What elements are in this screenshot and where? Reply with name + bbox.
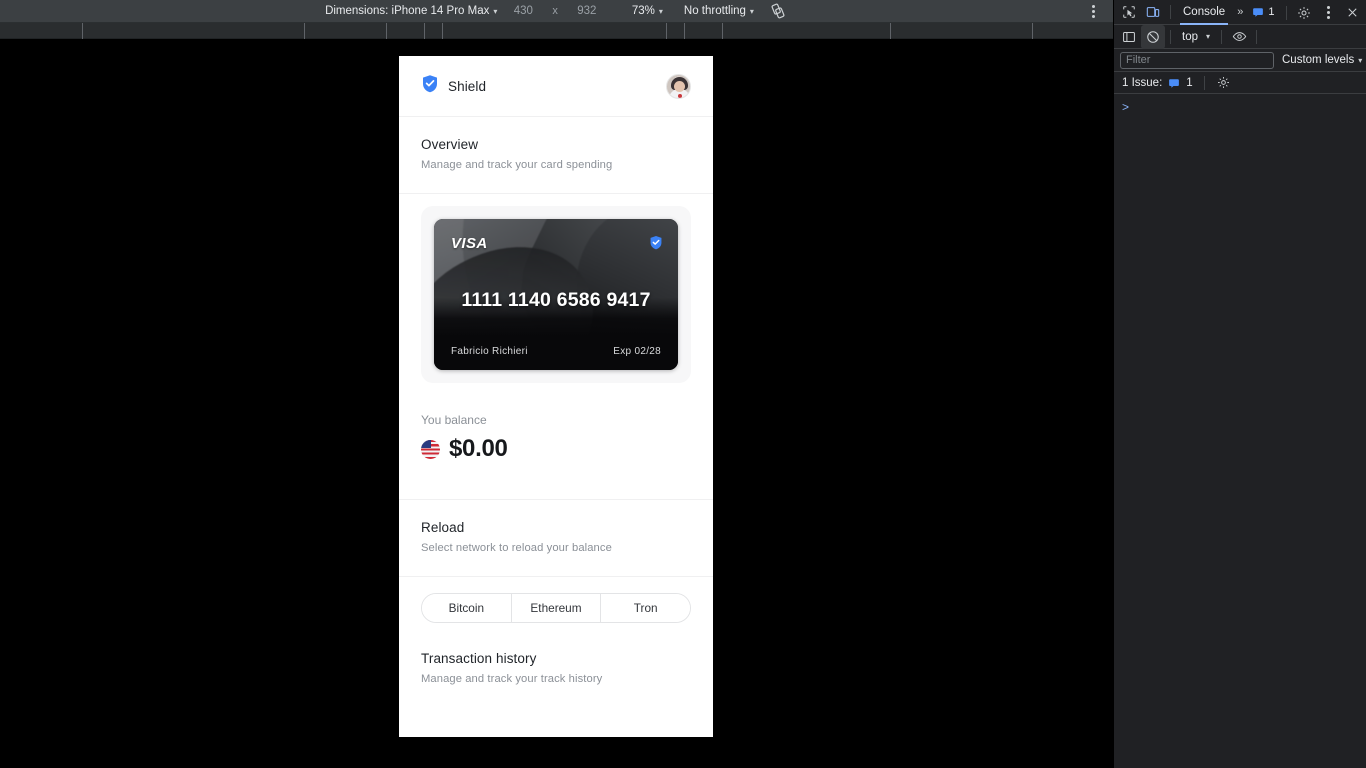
- reload-subtitle: Select network to reload your balance: [421, 542, 612, 554]
- dimensions-separator: x: [552, 5, 558, 17]
- close-icon[interactable]: [1340, 1, 1364, 25]
- console-prompt-caret: >: [1122, 100, 1130, 114]
- device-emulation-toolbar: Dimensions: iPhone 14 Pro Max ▾ 430 x 93…: [0, 0, 1113, 23]
- card-shell: VISA 1111 1140 6586 9417 Fabricio Richie…: [421, 206, 691, 383]
- screenshot-root: Dimensions: iPhone 14 Pro Max ▾ 430 x 93…: [0, 0, 1366, 768]
- console-toolbar: top ▾: [1114, 24, 1366, 49]
- device-toolbar-menu-button[interactable]: [1083, 0, 1103, 23]
- viewport-width-input[interactable]: 430: [504, 5, 542, 17]
- rotate-device-icon[interactable]: [761, 3, 795, 19]
- divider: [1170, 5, 1171, 19]
- balance-amount: $0.00: [449, 435, 508, 462]
- devtools-main-menu-button[interactable]: [1316, 1, 1340, 25]
- zoom-value: 73%: [631, 4, 655, 17]
- balance-label: You balance: [421, 413, 487, 427]
- balance-row: $0.00: [421, 435, 691, 463]
- device-emulation-pane: Dimensions: iPhone 14 Pro Max ▾ 430 x 93…: [0, 0, 1113, 768]
- balance-section: You balance $0.00: [399, 399, 713, 499]
- card-top-row: VISA: [451, 235, 663, 255]
- card-holder-name: Fabricio Richieri: [451, 346, 528, 357]
- more-tabs-chevron-icon[interactable]: »: [1232, 6, 1248, 18]
- divider: [1286, 5, 1287, 20]
- log-levels-label: Custom levels: [1282, 54, 1355, 66]
- gear-icon[interactable]: [1216, 75, 1232, 91]
- issues-bar[interactable]: 1 Issue: 1: [1114, 72, 1366, 94]
- live-expression-icon[interactable]: [1227, 25, 1251, 49]
- viewport-ruler: [0, 23, 1113, 39]
- devtools-panel: Console » 1 top ▾ Filter Custom levels ▾…: [1113, 0, 1366, 768]
- devtools-tabbar: Console » 1: [1114, 0, 1366, 25]
- divider: [1256, 29, 1258, 44]
- device-dimensions-select[interactable]: Dimensions: iPhone 14 Pro Max ▾: [318, 0, 504, 23]
- issues-badge[interactable]: 1: [1248, 6, 1278, 18]
- reload-section: Reload Select network to reload your bal…: [399, 500, 713, 576]
- card-section: VISA 1111 1140 6586 9417 Fabricio Richie…: [399, 194, 713, 399]
- tab-console[interactable]: Console: [1176, 0, 1232, 25]
- card-number: 1111 1140 6586 9417: [461, 289, 651, 311]
- issue-message-icon: [1169, 78, 1180, 88]
- zoom-select[interactable]: 73% ▾: [606, 0, 670, 23]
- chevron-down-icon: ▾: [493, 6, 498, 16]
- credit-card[interactable]: VISA 1111 1140 6586 9417 Fabricio Richie…: [434, 219, 678, 370]
- phone-viewport[interactable]: Shield Overview Manage and track your ca…: [399, 56, 713, 737]
- us-flag-icon: [421, 439, 440, 459]
- console-prompt[interactable]: >: [1114, 98, 1366, 116]
- visa-logo: VISA: [451, 235, 488, 252]
- network-segmented-control[interactable]: Bitcoin Ethereum Tron: [421, 593, 691, 623]
- filter-input[interactable]: [1120, 51, 1274, 69]
- divider: [1203, 75, 1205, 90]
- device-dimensions-label: Dimensions: iPhone 14 Pro Max: [325, 4, 490, 17]
- network-selector-section: Bitcoin Ethereum Tron: [399, 577, 713, 637]
- brand-name: Shield: [448, 78, 487, 94]
- chevron-down-icon: ▾: [658, 6, 663, 16]
- clear-console-icon[interactable]: [1141, 24, 1165, 49]
- divider: [1221, 29, 1223, 44]
- overview-subtitle: Manage and track your card spending: [421, 159, 613, 171]
- chevron-down-icon: ▾: [1206, 32, 1211, 41]
- console-context-select[interactable]: top ▾: [1176, 31, 1216, 43]
- brand[interactable]: Shield: [421, 74, 486, 98]
- console-context-value: top: [1182, 30, 1198, 43]
- app-root: Shield Overview Manage and track your ca…: [399, 56, 713, 707]
- reload-title: Reload: [421, 520, 465, 535]
- transaction-history-section: Transaction history Manage and track you…: [399, 637, 713, 707]
- tab-console-label: Console: [1183, 6, 1226, 18]
- log-levels-select[interactable]: Custom levels ▾: [1282, 54, 1362, 66]
- inspect-element-icon[interactable]: [1117, 0, 1141, 24]
- issues-bar-count: 1: [1186, 76, 1193, 89]
- chevron-down-icon: ▾: [749, 6, 754, 16]
- divider: [1170, 29, 1171, 44]
- throttling-value: No throttling: [683, 4, 746, 17]
- throttling-select[interactable]: No throttling ▾: [670, 0, 761, 23]
- console-sidebar-icon[interactable]: [1117, 25, 1141, 49]
- gear-icon[interactable]: [1292, 1, 1316, 25]
- toggle-device-toolbar-icon[interactable]: [1141, 0, 1165, 24]
- history-subtitle: Manage and track your track history: [421, 673, 603, 685]
- overview-section: Overview Manage and track your card spen…: [399, 117, 713, 193]
- viewport-height-input[interactable]: 932: [568, 5, 606, 17]
- kebab-menu-icon: [1091, 5, 1095, 18]
- network-option-tron[interactable]: Tron: [601, 594, 690, 622]
- chevron-down-icon: ▾: [1358, 55, 1363, 65]
- network-option-bitcoin[interactable]: Bitcoin: [422, 594, 512, 622]
- shield-check-icon: [649, 235, 663, 255]
- network-option-ethereum[interactable]: Ethereum: [511, 594, 602, 622]
- devtools-toolbar-right: [1281, 0, 1364, 25]
- history-title: Transaction history: [421, 651, 537, 666]
- issue-message-icon: [1253, 8, 1264, 17]
- issues-bar-text: 1 Issue:: [1122, 76, 1163, 89]
- console-output[interactable]: >: [1114, 94, 1366, 768]
- card-bottom-row: Fabricio Richieri Exp 02/28: [451, 346, 661, 357]
- viewport-area: Shield Overview Manage and track your ca…: [0, 39, 1113, 768]
- app-header: Shield: [399, 56, 713, 116]
- kebab-menu-icon: [1326, 6, 1330, 19]
- avatar[interactable]: [666, 73, 691, 99]
- shield-check-icon: [421, 74, 439, 98]
- card-expiry: Exp 02/28: [613, 346, 661, 357]
- console-filter-row: Custom levels ▾: [1114, 49, 1366, 72]
- overview-title: Overview: [421, 137, 479, 152]
- issues-badge-count: 1: [1268, 6, 1275, 18]
